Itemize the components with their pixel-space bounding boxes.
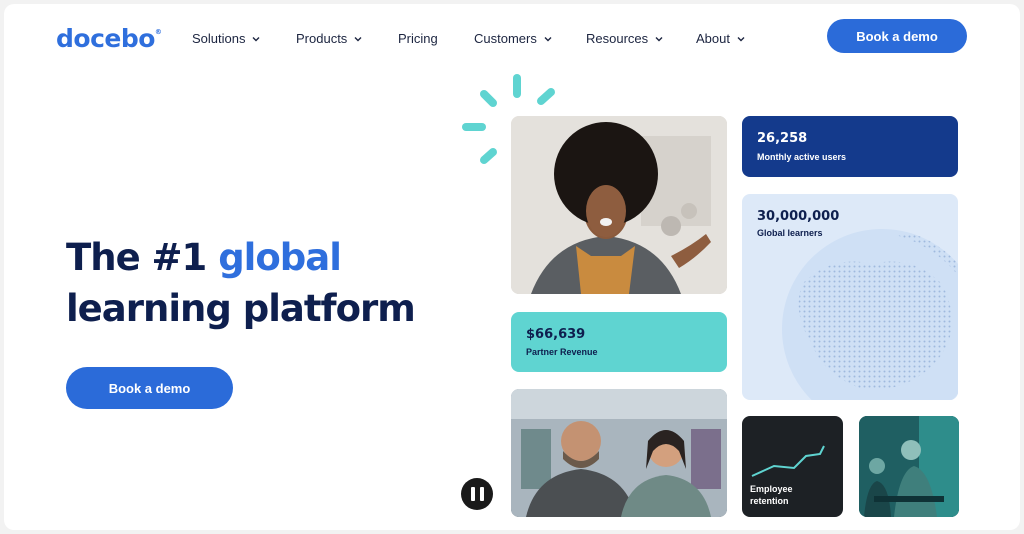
stat-value: 30,000,000 — [757, 209, 840, 224]
photo-shop-workers — [511, 389, 727, 517]
stat-value: 26,258 — [757, 131, 808, 146]
woman-illustration — [511, 116, 727, 294]
stat-label-line2: retention — [750, 496, 789, 506]
stat-value: $66,639 — [526, 327, 586, 342]
stat-label-line1: Employee — [750, 484, 793, 494]
chevron-down-icon — [736, 34, 746, 44]
book-demo-button-hero[interactable]: Book a demo — [66, 367, 233, 409]
page-frame: docebo® Solutions Products Pricing Custo… — [4, 4, 1020, 530]
chevron-down-icon — [543, 34, 553, 44]
globe-icon — [782, 229, 958, 400]
pause-icon — [470, 487, 475, 501]
stat-card-employee-retention: Employee retention — [742, 416, 843, 517]
stat-card-monthly-users: 26,258 Monthly active users — [742, 116, 958, 177]
pause-icon — [479, 487, 484, 501]
stat-label: Global learners — [757, 228, 823, 238]
pause-button[interactable] — [461, 478, 493, 510]
workers-illustration — [511, 389, 727, 517]
office-illustration — [859, 416, 959, 517]
stat-card-global-learners: 30,000,000 Global learners — [742, 194, 958, 400]
book-demo-button-header[interactable]: Book a demo — [827, 19, 967, 53]
photo-woman-smiling — [511, 116, 727, 294]
nav-label: Resources — [586, 31, 649, 46]
nav-label: Solutions — [192, 31, 246, 46]
nav-label: About — [696, 31, 730, 46]
hero-title-part1: The #1 — [66, 236, 219, 279]
nav-products[interactable]: Products — [296, 31, 363, 46]
hero-title-part2: learning platform — [66, 287, 416, 330]
nav-resources[interactable]: Resources — [586, 31, 664, 46]
hero-title: The #1 global learning platform — [66, 232, 416, 334]
nav-solutions[interactable]: Solutions — [192, 31, 261, 46]
stat-label: Monthly active users — [757, 152, 847, 162]
logo-text: docebo — [56, 24, 155, 53]
hero-title-accent: global — [218, 236, 342, 279]
chevron-down-icon — [251, 34, 261, 44]
stat-label: Partner Revenue — [526, 347, 598, 357]
nav-label: Products — [296, 31, 348, 46]
docebo-logo[interactable]: docebo® — [56, 24, 162, 53]
chevron-down-icon — [654, 34, 664, 44]
nav-customers[interactable]: Customers — [474, 31, 553, 46]
chevron-down-icon — [353, 34, 363, 44]
nav-pricing[interactable]: Pricing — [398, 31, 438, 46]
photo-office-team — [859, 416, 959, 517]
stat-card-partner-revenue: $66,639 Partner Revenue — [511, 312, 727, 372]
logo-registered-mark: ® — [154, 28, 162, 36]
nav-about[interactable]: About — [696, 31, 746, 46]
nav-label: Pricing — [398, 31, 438, 46]
nav-label: Customers — [474, 31, 537, 46]
